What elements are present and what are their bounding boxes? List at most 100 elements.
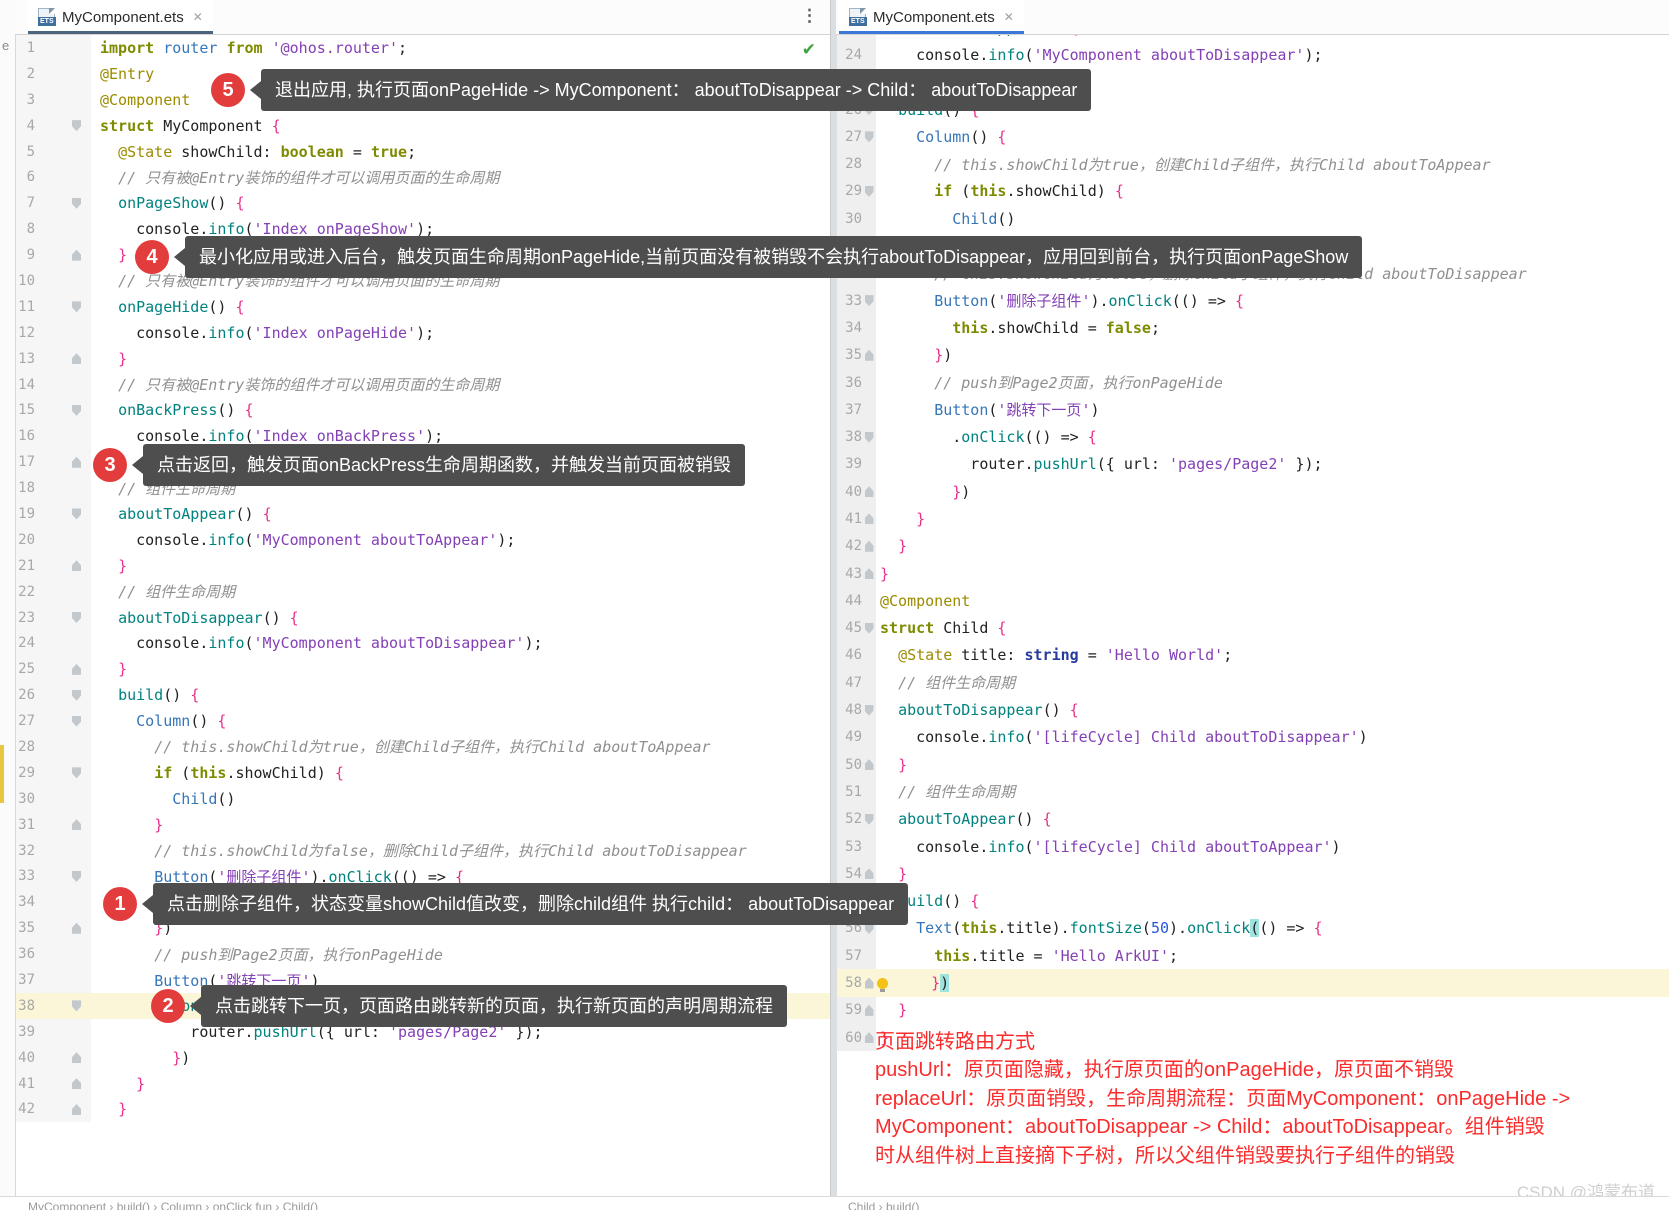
fold-down-icon[interactable] bbox=[862, 423, 876, 450]
code-line[interactable]: 42 } bbox=[15, 1096, 830, 1123]
fold-down-icon[interactable] bbox=[862, 287, 876, 314]
code-line[interactable]: 50 } bbox=[836, 751, 1669, 779]
fold-down-icon[interactable] bbox=[35, 682, 91, 708]
code-line[interactable]: 28 // this.showChild为true，创建Child子组件，执行C… bbox=[836, 150, 1669, 178]
code-line[interactable]: 20 console.info('MyComponent aboutToAppe… bbox=[15, 526, 830, 553]
code-line[interactable]: 59 } bbox=[836, 996, 1669, 1024]
breadcrumb[interactable]: MyComponent › build() › Column › onClick… bbox=[28, 1200, 318, 1210]
code-line[interactable]: 41 } bbox=[836, 505, 1669, 533]
code-line[interactable]: 12 console.info('Index onPageHide'); bbox=[15, 319, 830, 346]
code-lines-right[interactable]: 23 aboutToDisappear() {24 console.info('… bbox=[836, 14, 1669, 1052]
kebab-menu-icon[interactable]: ⋮ bbox=[801, 6, 818, 26]
code-line[interactable]: 36 // push到Page2页面，执行onPageHide bbox=[836, 368, 1669, 397]
code-line[interactable]: 30 Child() bbox=[836, 205, 1669, 233]
fold-up-icon[interactable] bbox=[862, 751, 876, 778]
fold-down-icon[interactable] bbox=[35, 113, 91, 139]
fold-up-icon[interactable] bbox=[862, 969, 876, 996]
code-line[interactable]: 26 build() { bbox=[15, 682, 830, 709]
code-lines-left[interactable]: 1 import router from '@ohos.router'; 2 @Ent… bbox=[15, 35, 830, 1123]
code-line[interactable]: 39 router.pushUrl({ url: 'pages/Page2' }… bbox=[836, 450, 1669, 479]
editor-pane-left[interactable]: ETS MyComponent.ets ✕ ⋮ ✔ 1 import router… bbox=[15, 0, 830, 1210]
code-line[interactable]: 29 if (this.showChild) { bbox=[836, 177, 1669, 206]
code-line[interactable]: 46 @State title: string = 'Hello World'; bbox=[836, 641, 1669, 670]
inspections-ok-icon[interactable]: ✔ bbox=[802, 40, 816, 60]
fold-down-icon[interactable] bbox=[35, 993, 91, 1019]
code-line[interactable]: 33 Button('删除子组件').onClick(() => { bbox=[836, 286, 1669, 315]
code-line[interactable]: 51 // 组件生命周期 bbox=[836, 778, 1669, 806]
code-line[interactable]: 24 console.info('MyComponent aboutToDisa… bbox=[15, 630, 830, 657]
code-line[interactable]: 4 struct MyComponent { bbox=[15, 112, 830, 139]
fold-down-icon[interactable] bbox=[862, 123, 876, 150]
fold-down-icon[interactable] bbox=[35, 294, 91, 320]
code-line[interactable]: 27 Column() { bbox=[15, 708, 830, 735]
code-line[interactable]: 40 }) bbox=[15, 1044, 830, 1071]
code-line[interactable]: 45 struct Child { bbox=[836, 614, 1669, 642]
code-line[interactable]: 14 // 只有被@Entry装饰的组件才可以调用页面的生命周期 bbox=[15, 371, 830, 398]
fold-down-icon[interactable] bbox=[35, 708, 91, 734]
code-line[interactable]: 43} bbox=[836, 559, 1669, 588]
fold-up-icon[interactable] bbox=[35, 1097, 91, 1123]
fold-down-icon[interactable] bbox=[862, 178, 876, 205]
code-line[interactable]: 36 // push到Page2页面，执行onPageHide bbox=[15, 941, 830, 968]
fold-up-icon[interactable] bbox=[862, 533, 876, 560]
code-line[interactable]: 21 } bbox=[15, 552, 830, 579]
fold-up-icon[interactable] bbox=[35, 1071, 91, 1097]
fold-up-icon[interactable] bbox=[35, 915, 91, 941]
fold-down-icon[interactable] bbox=[35, 864, 91, 890]
tab-mycomponent-ets-right[interactable]: ETS MyComponent.ets ✕ bbox=[839, 0, 1024, 34]
fold-up-icon[interactable] bbox=[35, 1045, 91, 1071]
code-line[interactable]: 15 onBackPress() { bbox=[15, 397, 830, 424]
code-line[interactable]: 41 } bbox=[15, 1070, 830, 1097]
code-line[interactable]: 1 import router from '@ohos.router'; bbox=[15, 35, 830, 61]
code-line[interactable]: 58 }) bbox=[836, 969, 1669, 997]
close-icon[interactable]: ✕ bbox=[193, 10, 203, 24]
code-line[interactable]: 11 onPageHide() { bbox=[15, 293, 830, 320]
code-line[interactable]: 24 console.info('MyComponent aboutToDisa… bbox=[836, 41, 1669, 69]
code-line[interactable]: 42 } bbox=[836, 532, 1669, 560]
code-line[interactable]: 52 aboutToAppear() { bbox=[836, 805, 1669, 833]
fold-down-icon[interactable] bbox=[35, 501, 91, 527]
code-line[interactable]: 44 @Component bbox=[836, 587, 1669, 615]
code-line[interactable]: 54 } bbox=[836, 860, 1669, 888]
code-line[interactable]: 40 }) bbox=[836, 478, 1669, 506]
code-line[interactable]: 56 Text(this.title).fontSize(50).onClick… bbox=[836, 914, 1669, 943]
code-line[interactable]: 23 aboutToDisappear() { bbox=[15, 604, 830, 631]
fold-up-icon[interactable] bbox=[862, 560, 876, 587]
code-line[interactable]: 13 } bbox=[15, 345, 830, 372]
code-line[interactable]: 19 aboutToAppear() { bbox=[15, 501, 830, 527]
fold-up-icon[interactable] bbox=[35, 242, 91, 268]
code-line[interactable]: 27 Column() { bbox=[836, 123, 1669, 151]
fold-up-icon[interactable] bbox=[35, 553, 91, 579]
code-line[interactable]: 57 this.title = 'Hello ArkUI'; bbox=[836, 942, 1669, 970]
code-line[interactable]: 48 aboutToDisappear() { bbox=[836, 696, 1669, 724]
code-line[interactable]: 22 // 组件生命周期 bbox=[15, 578, 830, 605]
fold-down-icon[interactable] bbox=[35, 605, 91, 631]
fold-up-icon[interactable] bbox=[862, 505, 876, 532]
code-line[interactable]: 53 console.info('[lifeCycle] Child about… bbox=[836, 832, 1669, 861]
fold-down-icon[interactable] bbox=[862, 696, 876, 723]
code-line[interactable]: 38 .onClick(() => { bbox=[836, 423, 1669, 451]
code-line[interactable]: 7 onPageShow() { bbox=[15, 190, 830, 217]
breadcrumb[interactable]: Child › build() bbox=[848, 1200, 919, 1210]
fold-up-icon[interactable] bbox=[862, 342, 876, 369]
code-line[interactable]: 35 }) bbox=[836, 341, 1669, 369]
fold-down-icon[interactable] bbox=[35, 397, 91, 423]
tab-mycomponent-ets-left[interactable]: ETS MyComponent.ets ✕ bbox=[28, 0, 213, 34]
code-line[interactable]: 25 } bbox=[15, 656, 830, 683]
fold-up-icon[interactable] bbox=[862, 1024, 876, 1051]
lightbulb-icon[interactable] bbox=[877, 977, 888, 992]
fold-down-icon[interactable] bbox=[862, 806, 876, 833]
editor-splitter[interactable] bbox=[830, 0, 837, 1210]
fold-up-icon[interactable] bbox=[35, 812, 91, 838]
fold-down-icon[interactable] bbox=[35, 190, 91, 216]
fold-up-icon[interactable] bbox=[35, 449, 91, 475]
code-line[interactable]: 34 this.showChild = false; bbox=[836, 314, 1669, 342]
code-line[interactable]: 37 Button('跳转下一页') bbox=[836, 396, 1669, 424]
code-line[interactable]: 32 // this.showChild为false，删除Child子组件，执行… bbox=[15, 837, 830, 864]
code-line[interactable]: 6 // 只有被@Entry装饰的组件才可以调用页面的生命周期 bbox=[15, 164, 830, 191]
code-line[interactable]: 55 build() { bbox=[836, 887, 1669, 915]
fold-down-icon[interactable] bbox=[35, 760, 91, 786]
fold-up-icon[interactable] bbox=[862, 997, 876, 1024]
fold-up-icon[interactable] bbox=[35, 656, 91, 682]
fold-up-icon[interactable] bbox=[35, 346, 91, 372]
